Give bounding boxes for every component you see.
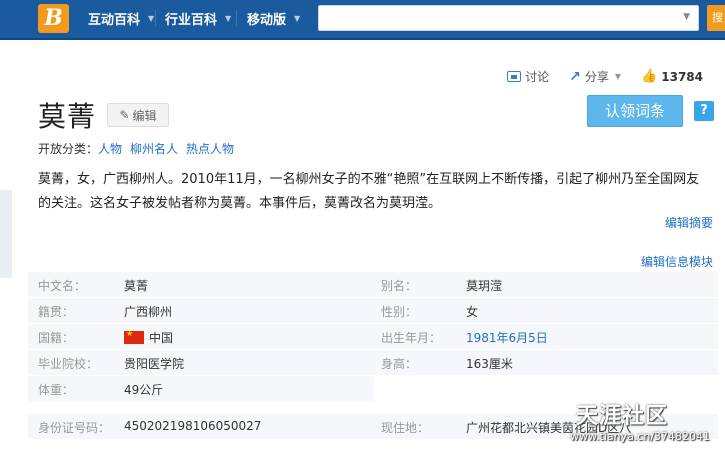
entry-title: 莫菁: [38, 100, 97, 133]
info-row: 中文名： 莫菁 别名： 莫玥滢: [28, 272, 718, 297]
info-value: 163厘米: [466, 357, 513, 371]
info-label: 中文名：: [38, 279, 87, 293]
info-value: 广西柳州: [124, 305, 173, 319]
open-categories: 开放分类： 人物 柳州名人 热点人物: [38, 140, 234, 157]
nav-divider: [155, 10, 156, 26]
edit-summary-link[interactable]: 编辑摘要: [665, 214, 713, 231]
info-label: 现住地：: [381, 421, 430, 435]
info-value: 450202198106050027: [124, 419, 262, 433]
share-label: 分享: [584, 70, 609, 84]
category-link[interactable]: 人物: [98, 140, 122, 157]
top-nav-bar: B 互动百科 ▼ 行业百科 ▼ 移动版 ▼ ▼ 搜: [0, 0, 725, 40]
comment-icon: [507, 71, 522, 82]
chevron-down-icon: ▼: [225, 14, 232, 23]
chevron-down-icon: ▼: [294, 14, 301, 23]
share-icon: ↗: [569, 68, 581, 85]
edit-label: 编辑: [132, 108, 157, 123]
nav-label: 行业百科: [165, 13, 218, 28]
discuss-button[interactable]: 讨论: [507, 68, 549, 85]
pencil-icon: ✎: [119, 108, 130, 122]
info-label: 体重：: [38, 383, 75, 397]
info-row: 籍贯： 广西柳州 性别： 女: [28, 298, 718, 323]
watermark-brand: 天涯社区: [576, 404, 669, 429]
info-label: 籍贯：: [38, 305, 75, 319]
edit-entry-button[interactable]: ✎ 编辑: [107, 103, 169, 127]
entry-summary: 莫菁，女，广西柳州人。2010年11月，一名柳州女子的不雅“艳照”在互联网上不断…: [38, 172, 700, 211]
thumbs-up-icon: 👍: [641, 69, 658, 84]
nav-label: 互动百科: [88, 13, 141, 28]
discuss-label: 讨论: [525, 70, 550, 84]
help-icon[interactable]: ?: [694, 101, 714, 121]
info-value: 49公斤: [124, 383, 164, 397]
search-button[interactable]: 搜: [707, 5, 725, 31]
info-label: 毕业院校：: [38, 357, 99, 371]
info-row: 体重： 49公斤: [28, 376, 374, 401]
edit-info-module-link[interactable]: 编辑信息模块: [641, 253, 713, 270]
info-value: 莫玥滢: [466, 279, 503, 293]
china-flag-icon: [124, 329, 144, 344]
info-label: 国籍：: [38, 331, 75, 345]
info-row: 毕业院校： 贵阳医学院 身高： 163厘米: [28, 350, 718, 375]
nav-divider: [236, 10, 237, 26]
birth-date-link[interactable]: 1981年6月5日: [466, 329, 548, 346]
info-value: 中国: [149, 331, 174, 345]
info-value-nationality: 中国: [124, 329, 173, 346]
chevron-down-icon: ▼: [148, 14, 155, 23]
nav-industry-baike[interactable]: 行业百科 ▼: [165, 9, 231, 28]
share-button[interactable]: ↗ 分享 ▼: [569, 68, 621, 85]
info-value: 莫菁: [124, 279, 149, 293]
chevron-down-icon[interactable]: ▼: [683, 12, 690, 22]
watermark-url: www.tianya.cn/37482041: [570, 430, 711, 443]
search-input[interactable]: ▼: [318, 5, 699, 31]
site-logo[interactable]: B: [38, 4, 69, 33]
nav-label: 移动版: [247, 13, 287, 28]
nav-hudong-baike[interactable]: 互动百科 ▼: [88, 9, 154, 28]
info-row: 国籍： 中国 出生年月： 1981年6月5日: [28, 324, 718, 349]
nav-mobile[interactable]: 移动版 ▼: [247, 9, 300, 28]
info-label: 出生年月：: [381, 331, 442, 345]
info-value: 女: [466, 305, 479, 319]
like-button[interactable]: 👍 13784: [641, 69, 703, 84]
info-label: 身份证号码：: [38, 421, 111, 435]
categories-prefix: 开放分类：: [38, 142, 99, 156]
claim-entry-button[interactable]: 认领词条: [587, 95, 683, 127]
info-value: 贵阳医学院: [124, 357, 185, 371]
category-link[interactable]: 柳州名人: [130, 140, 178, 157]
info-label: 身高：: [381, 357, 418, 371]
chevron-down-icon: ▼: [614, 72, 622, 81]
info-label: 性别：: [381, 305, 418, 319]
info-label: 别名：: [381, 279, 418, 293]
like-count: 13784: [661, 69, 703, 84]
left-panel-edge: [0, 190, 12, 278]
entry-actions: 讨论 ↗ 分享 ▼ 👍 13784: [507, 68, 703, 85]
category-link[interactable]: 热点人物: [186, 140, 234, 157]
